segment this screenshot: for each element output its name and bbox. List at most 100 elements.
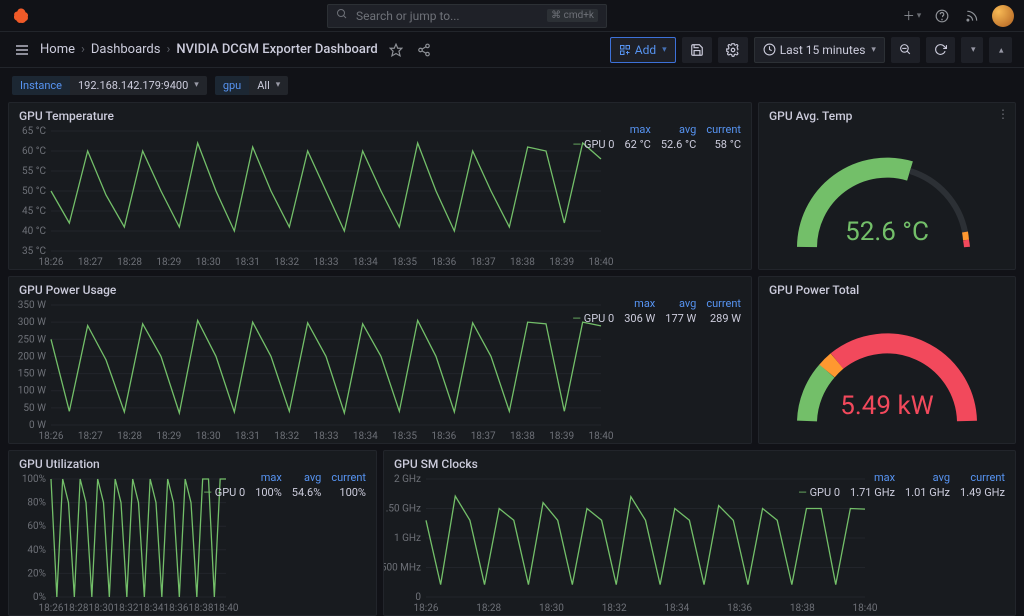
svg-text:0%: 0% — [33, 592, 46, 603]
svg-text:18:36: 18:36 — [727, 603, 752, 614]
svg-text:18:26: 18:26 — [414, 603, 439, 614]
svg-text:100 W: 100 W — [18, 386, 46, 397]
svg-text:300 W: 300 W — [18, 317, 46, 328]
svg-text:500 MHz: 500 MHz — [384, 563, 421, 574]
svg-text:18:30: 18:30 — [196, 431, 221, 442]
time-range-picker[interactable]: Last 15 minutes▾ — [754, 37, 885, 63]
legend: maxavgcurrent — GPU 0 100%54.6%100% — [197, 469, 372, 501]
star-icon[interactable] — [386, 40, 406, 60]
svg-text:18:36: 18:36 — [164, 603, 189, 614]
svg-text:40%: 40% — [27, 545, 46, 556]
svg-text:18:37: 18:37 — [471, 431, 496, 442]
save-dashboard-button[interactable] — [682, 37, 712, 63]
svg-text:2 GHz: 2 GHz — [394, 474, 421, 485]
refresh-interval-picker[interactable]: ▾ — [961, 37, 984, 63]
breadcrumb-dashboards[interactable]: Dashboards — [91, 42, 161, 57]
svg-text:18:33: 18:33 — [314, 257, 339, 268]
svg-text:18:40: 18:40 — [589, 257, 614, 268]
svg-text:18:32: 18:32 — [114, 603, 139, 614]
global-search[interactable]: Search or jump to... ⌘ cmd+k — [327, 4, 607, 28]
panel-gpu-sm-clocks[interactable]: GPU SM Clocks 0500 MHz1 GHz1.50 GHz2 GHz… — [383, 450, 1016, 616]
svg-text:18:40: 18:40 — [853, 603, 878, 614]
template-variables: Instance 192.168.142.179:9400▾ gpu All▾ — [0, 68, 1024, 102]
add-panel-button[interactable]: Add▾ — [610, 37, 676, 63]
svg-text:18:38: 18:38 — [790, 603, 815, 614]
svg-text:1 GHz: 1 GHz — [394, 533, 421, 544]
svg-text:250 W: 250 W — [18, 334, 46, 345]
grafana-logo[interactable] — [10, 5, 32, 27]
user-avatar[interactable] — [992, 5, 1014, 27]
chevron-right-icon: › — [166, 42, 170, 57]
top-right-icons: ＋▾ — [902, 5, 1014, 27]
svg-text:18:38: 18:38 — [510, 257, 535, 268]
panel-gpu-avg-temp[interactable]: GPU Avg. Temp ⋮ 52.6 °C — [758, 102, 1016, 270]
panel-gpu-utilization[interactable]: GPU Utilization 0%20%40%60%80%100%18:261… — [8, 450, 377, 616]
svg-text:200 W: 200 W — [18, 351, 46, 362]
svg-text:18:38: 18:38 — [510, 431, 535, 442]
dashboard-navbar: Home › Dashboards › NVIDIA DCGM Exporter… — [0, 32, 1024, 68]
svg-text:18:29: 18:29 — [156, 257, 181, 268]
zoom-out-button[interactable] — [891, 37, 920, 63]
legend: maxavgcurrent — GPU 0 306 W177 W289 W — [566, 295, 747, 327]
svg-text:18:28: 18:28 — [117, 431, 142, 442]
svg-text:18:34: 18:34 — [139, 603, 164, 614]
svg-text:18:29: 18:29 — [156, 431, 181, 442]
svg-text:50 °C: 50 °C — [22, 186, 46, 197]
svg-text:60%: 60% — [27, 521, 46, 532]
breadcrumb-current: NVIDIA DCGM Exporter Dashboard — [176, 42, 377, 57]
svg-text:18:35: 18:35 — [392, 431, 417, 442]
share-icon[interactable] — [414, 40, 434, 60]
news-icon[interactable] — [962, 6, 982, 26]
var-gpu-value[interactable]: All▾ — [249, 76, 288, 95]
var-gpu-label: gpu — [215, 76, 249, 95]
svg-text:18:38: 18:38 — [189, 603, 214, 614]
svg-text:18:27: 18:27 — [78, 431, 103, 442]
svg-text:18:34: 18:34 — [664, 603, 689, 614]
plus-icon[interactable]: ＋▾ — [902, 6, 922, 26]
panel-gpu-power-usage[interactable]: GPU Power Usage 0 W50 W100 W150 W200 W25… — [8, 276, 752, 444]
gauge-value: 52.6 °C — [845, 217, 929, 247]
dashboard-settings-button[interactable] — [718, 37, 748, 63]
svg-text:18:36: 18:36 — [431, 431, 456, 442]
add-label: Add — [635, 43, 656, 57]
var-instance-value[interactable]: 192.168.142.179:9400▾ — [70, 76, 207, 95]
svg-text:18:40: 18:40 — [214, 603, 239, 614]
svg-text:55 °C: 55 °C — [22, 166, 46, 177]
search-shortcut: ⌘ cmd+k — [547, 9, 598, 22]
svg-text:150 W: 150 W — [18, 369, 46, 380]
breadcrumb-home[interactable]: Home — [40, 42, 75, 57]
panel-title: GPU Avg. Temp — [759, 103, 1015, 125]
svg-text:45 °C: 45 °C — [22, 206, 46, 217]
svg-text:18:28: 18:28 — [64, 603, 89, 614]
var-instance-label: Instance — [12, 76, 70, 95]
svg-text:18:34: 18:34 — [353, 431, 378, 442]
svg-text:18:39: 18:39 — [549, 431, 574, 442]
menu-icon[interactable] — [12, 40, 32, 60]
svg-text:50 W: 50 W — [23, 403, 46, 414]
svg-text:18:26: 18:26 — [39, 257, 64, 268]
svg-text:18:30: 18:30 — [196, 257, 221, 268]
svg-text:100%: 100% — [22, 474, 46, 485]
svg-text:18:31: 18:31 — [235, 257, 260, 268]
legend: maxavgcurrent — GPU 0 62 °C52.6 °C58 °C — [567, 121, 747, 153]
panel-gpu-power-total[interactable]: GPU Power Total 5.49 kW — [758, 276, 1016, 444]
panel-menu-icon[interactable]: ⋮ — [997, 107, 1009, 121]
svg-text:18:30: 18:30 — [539, 603, 564, 614]
panel-grid: GPU Temperature 35 °C40 °C45 °C50 °C55 °… — [0, 102, 1024, 616]
svg-text:18:26: 18:26 — [39, 431, 64, 442]
svg-text:18:34: 18:34 — [353, 257, 378, 268]
svg-text:18:39: 18:39 — [549, 257, 574, 268]
svg-text:1.50 GHz: 1.50 GHz — [384, 504, 421, 515]
svg-text:350 W: 350 W — [18, 300, 46, 311]
refresh-button[interactable] — [926, 37, 955, 63]
svg-text:18:31: 18:31 — [235, 431, 260, 442]
panel-gpu-temperature[interactable]: GPU Temperature 35 °C40 °C45 °C50 °C55 °… — [8, 102, 752, 270]
kiosk-button[interactable]: ▾ — [989, 37, 1012, 63]
svg-text:40 °C: 40 °C — [22, 226, 46, 237]
help-icon[interactable] — [932, 6, 952, 26]
svg-text:20%: 20% — [27, 568, 46, 579]
svg-text:80%: 80% — [27, 498, 46, 509]
svg-text:18:37: 18:37 — [471, 257, 496, 268]
svg-text:18:40: 18:40 — [589, 431, 614, 442]
svg-text:65 °C: 65 °C — [22, 126, 46, 137]
